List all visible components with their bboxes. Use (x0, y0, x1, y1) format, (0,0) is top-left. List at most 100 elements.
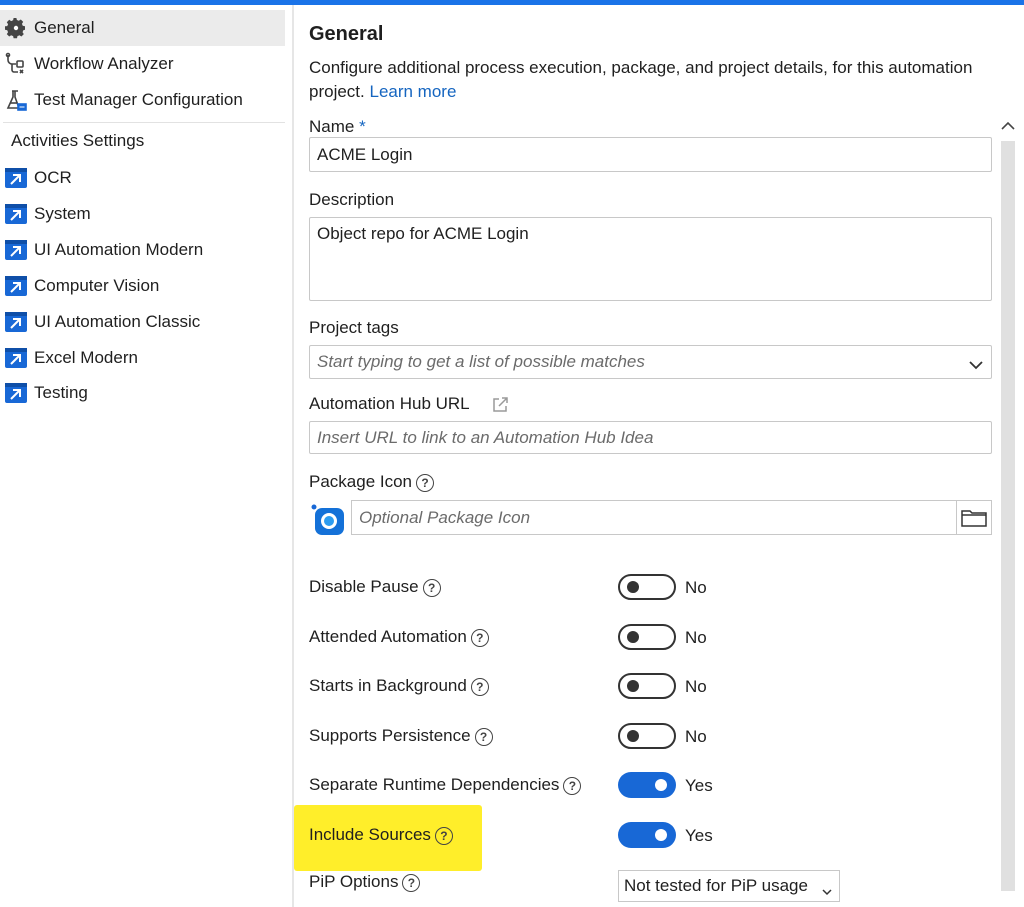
pip-options-label-text: PiP Options (309, 872, 399, 891)
test-manager-icon (3, 87, 29, 113)
include-sources-label: Include Sources? (309, 825, 453, 845)
supports-persistence-label: Supports Persistence? (309, 726, 493, 746)
package-icon-label-text: Package Icon (309, 472, 413, 491)
description-field[interactable]: Object repo for ACME Login (309, 217, 992, 301)
sidebar-item-computer-vision[interactable]: Computer Vision (0, 268, 285, 304)
sidebar-item-label: Excel Modern (34, 348, 138, 367)
sidebar-item-label: General (34, 18, 95, 37)
gear-icon (3, 15, 29, 41)
name-label: Name * (309, 117, 366, 137)
help-icon[interactable]: ? (416, 473, 435, 492)
sidebar-item-label: UI Automation Classic (34, 312, 201, 331)
sidebar-divider (3, 122, 285, 123)
sidebar-item-label: UI Automation Modern (34, 240, 204, 259)
page-title: General (309, 23, 384, 45)
help-icon[interactable]: ? (470, 628, 489, 647)
attended-automation-label: Attended Automation? (309, 627, 489, 647)
pip-options-select[interactable]: Not tested for PiP usage (618, 870, 840, 902)
starts-in-background-toggle[interactable] (618, 673, 676, 699)
name-field[interactable]: ACME Login (309, 137, 992, 172)
activity-package-icon (3, 273, 29, 299)
project-tags-label: Project tags (309, 318, 399, 337)
help-icon[interactable]: ? (402, 873, 421, 892)
include-sources-toggle[interactable] (618, 822, 676, 848)
description-label: Description (309, 190, 395, 209)
separate-runtime-dependencies-toggle[interactable] (618, 772, 676, 798)
general-settings-panel: General Configure additional process exe… (294, 5, 1024, 907)
chevron-up-icon[interactable] (998, 115, 1018, 137)
include-sources-state: Yes (685, 826, 713, 845)
external-link-icon[interactable] (491, 396, 509, 419)
page-description: Configure additional process execution, … (309, 56, 1009, 104)
pip-options-value: Not tested for PiP usage (624, 876, 808, 895)
toggle-knob (655, 829, 667, 841)
attended-automation-state: No (685, 628, 707, 647)
supports-persistence-label-text: Supports Persistence (309, 726, 471, 745)
help-icon[interactable]: ? (434, 826, 453, 845)
package-icon-preview (311, 504, 345, 541)
starts-in-background-state: No (685, 677, 707, 696)
supports-persistence-toggle[interactable] (618, 723, 676, 749)
toggle-knob (655, 779, 667, 791)
pip-options-label: PiP Options? (309, 872, 421, 892)
sidebar-item-label: Workflow Analyzer (34, 54, 174, 73)
sidebar-item-excel-modern[interactable]: Excel Modern (0, 340, 285, 376)
sidebar-item-workflow-analyzer[interactable]: Workflow Analyzer (0, 46, 285, 82)
toggle-knob (627, 680, 639, 692)
separate-runtime-dependencies-label: Separate Runtime Dependencies? (309, 775, 582, 795)
starts-in-background-label: Starts in Background? (309, 676, 489, 696)
activities-settings-heading: Activities Settings (11, 131, 145, 150)
automation-hub-url-field[interactable]: Insert URL to link to an Automation Hub … (309, 421, 992, 454)
sidebar-item-label: System (34, 204, 91, 223)
activity-package-icon (3, 309, 29, 335)
activity-package-icon (3, 345, 29, 371)
help-icon[interactable]: ? (470, 677, 489, 696)
vertical-scrollbar[interactable] (998, 115, 1018, 907)
sidebar-item-ocr[interactable]: OCR (0, 160, 285, 196)
learn-more-link[interactable]: Learn more (369, 82, 456, 101)
supports-persistence-state: No (685, 727, 707, 746)
include-sources-label-text: Include Sources (309, 825, 431, 844)
separate-runtime-dependencies-label-text: Separate Runtime Dependencies (309, 775, 560, 794)
scrollbar-thumb[interactable] (1001, 141, 1015, 891)
disable-pause-state: No (685, 578, 707, 597)
project-tags-placeholder: Start typing to get a list of possible m… (317, 352, 645, 371)
help-icon[interactable]: ? (474, 727, 493, 746)
separate-runtime-dependencies-state: Yes (685, 776, 713, 795)
sidebar-item-label: Testing (34, 383, 88, 402)
activity-package-icon (3, 165, 29, 191)
description-value: Object repo for ACME Login (317, 224, 529, 243)
folder-icon[interactable] (956, 501, 991, 534)
automation-hub-label: Automation Hub URL (309, 394, 470, 413)
disable-pause-label: Disable Pause? (309, 577, 441, 597)
package-icon-label: Package Icon? (309, 472, 435, 492)
sidebar-item-label: Computer Vision (34, 276, 160, 295)
workflow-analyzer-icon (3, 51, 29, 77)
attended-automation-label-text: Attended Automation (309, 627, 467, 646)
automation-hub-placeholder: Insert URL to link to an Automation Hub … (317, 427, 654, 447)
sidebar-item-testing[interactable]: Testing (0, 375, 285, 411)
sidebar-item-system[interactable]: System (0, 196, 285, 232)
help-icon[interactable]: ? (422, 578, 441, 597)
help-icon[interactable]: ? (563, 776, 582, 795)
toggle-knob (627, 581, 639, 593)
sidebar-item-general[interactable]: General (0, 10, 285, 46)
chevron-down-icon (822, 881, 832, 901)
disable-pause-label-text: Disable Pause (309, 577, 419, 596)
settings-sidebar: General Workflow Analyzer Test Manager C… (0, 5, 292, 907)
disable-pause-toggle[interactable] (618, 574, 676, 600)
starts-in-background-label-text: Starts in Background (309, 676, 467, 695)
toggle-knob (627, 631, 639, 643)
activity-package-icon (3, 237, 29, 263)
sidebar-item-label: Test Manager Configuration (34, 90, 243, 109)
attended-automation-toggle[interactable] (618, 624, 676, 650)
chevron-down-icon[interactable] (969, 355, 983, 375)
project-tags-combobox[interactable]: Start typing to get a list of possible m… (309, 345, 992, 379)
sidebar-item-label: OCR (34, 168, 72, 187)
package-icon-placeholder: Optional Package Icon (359, 507, 531, 527)
name-label-text: Name (309, 117, 355, 136)
package-icon-field[interactable]: Optional Package Icon (351, 500, 992, 535)
sidebar-item-ui-automation-modern[interactable]: UI Automation Modern (0, 232, 285, 268)
sidebar-item-ui-automation-classic[interactable]: UI Automation Classic (0, 304, 285, 340)
sidebar-item-test-manager[interactable]: Test Manager Configuration (0, 82, 285, 118)
